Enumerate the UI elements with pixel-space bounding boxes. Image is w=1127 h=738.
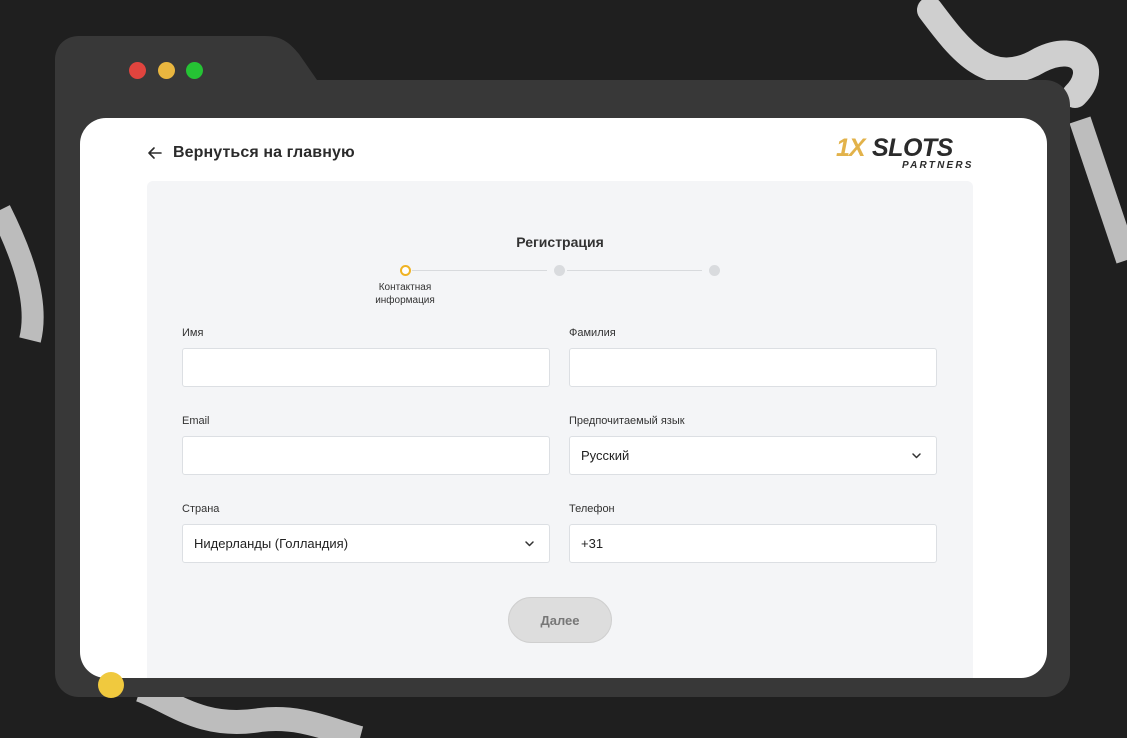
country-select[interactable]: Нидерланды (Голландия) xyxy=(182,524,550,563)
back-to-home-link[interactable]: Вернуться на главную xyxy=(147,144,355,162)
back-link-label: Вернуться на главную xyxy=(173,144,355,161)
decorative-yellow-blob xyxy=(98,672,124,698)
registration-stepper: Контактная информация xyxy=(147,181,973,321)
email-label: Email xyxy=(182,415,210,427)
registration-page: Вернуться на главную 1X SLOTS PARTNERS Р… xyxy=(80,118,1047,678)
first-name-input[interactable] xyxy=(194,349,538,386)
window-close-button[interactable] xyxy=(129,62,146,79)
first-name-input-box xyxy=(182,348,550,387)
svg-text:SLOTS: SLOTS xyxy=(872,134,954,162)
last-name-input[interactable] xyxy=(581,349,925,386)
phone-input-box xyxy=(569,524,937,563)
first-name-field: Имя xyxy=(182,327,550,387)
1xslots-partners-logo: 1X SLOTS PARTNERS xyxy=(836,134,974,171)
svg-text:1X: 1X xyxy=(836,134,867,162)
window-minimize-button[interactable] xyxy=(158,62,175,79)
email-input-box xyxy=(182,436,550,475)
last-name-label: Фамилия xyxy=(569,327,616,339)
next-button[interactable]: Далее xyxy=(508,597,612,643)
step-1-label: Контактная информация xyxy=(375,282,435,306)
email-input[interactable] xyxy=(194,437,538,474)
registration-card: Регистрация Контактная информация Имя Фа… xyxy=(147,181,973,678)
step-2-indicator xyxy=(554,265,565,276)
window-maximize-button[interactable] xyxy=(186,62,203,79)
first-name-label: Имя xyxy=(182,327,204,339)
chevron-down-icon xyxy=(912,453,921,459)
phone-input[interactable] xyxy=(581,525,925,562)
phone-label: Телефон xyxy=(569,503,615,515)
email-field: Email xyxy=(182,415,550,475)
chevron-down-icon xyxy=(525,541,534,547)
arrow-left-icon xyxy=(148,147,162,159)
country-label: Страна xyxy=(182,503,220,515)
stepper-line xyxy=(412,270,547,271)
language-selected-value: Русский xyxy=(581,448,630,463)
step-1-indicator xyxy=(400,265,411,276)
last-name-input-box xyxy=(569,348,937,387)
phone-field: Телефон xyxy=(569,503,937,563)
language-field: Предпочитаемый язык Русский xyxy=(569,415,937,475)
last-name-field: Фамилия xyxy=(569,327,937,387)
country-field: Страна Нидерланды (Голландия) xyxy=(182,503,550,563)
country-selected-value: Нидерланды (Голландия) xyxy=(194,536,349,551)
language-label: Предпочитаемый язык xyxy=(569,415,685,427)
svg-text:PARTNERS: PARTNERS xyxy=(902,160,974,171)
stepper-line xyxy=(567,270,702,271)
language-select[interactable]: Русский xyxy=(569,436,937,475)
step-3-indicator xyxy=(709,265,720,276)
